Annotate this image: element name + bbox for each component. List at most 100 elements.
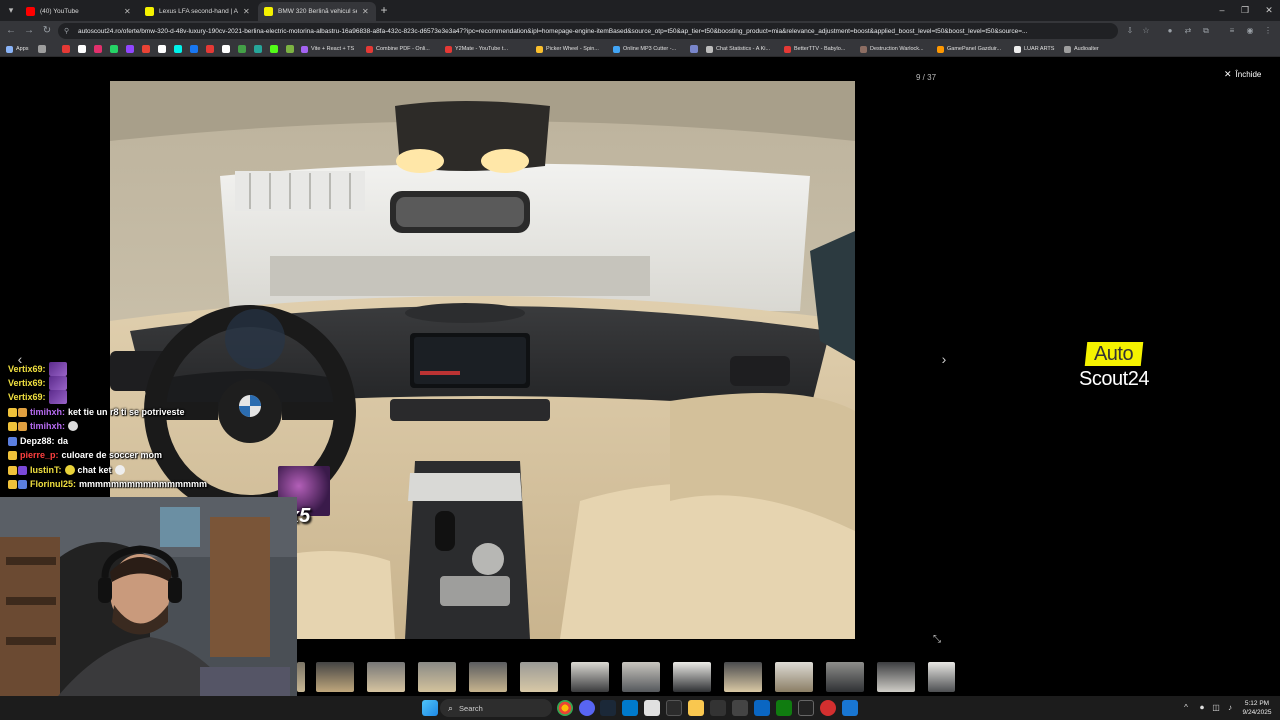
chat-message: Depz88: da <box>8 434 68 448</box>
bookmark-whatsapp-icon[interactable] <box>110 45 118 53</box>
file-explorer-icon[interactable] <box>688 700 704 716</box>
forward-icon[interactable]: → <box>22 24 36 38</box>
reload-icon[interactable]: ↻ <box>40 24 54 38</box>
app-grid-icon[interactable] <box>644 700 660 716</box>
bookmark-red-icon[interactable] <box>206 45 214 53</box>
tray-overflow-icon[interactable]: ^ <box>1180 701 1192 715</box>
bookmark-x-icon[interactable] <box>158 45 166 53</box>
extension-red-icon[interactable]: ● <box>1164 24 1176 38</box>
system-clock[interactable]: 5:12 PM 9/24/2025 <box>1240 699 1274 717</box>
volume-icon[interactable]: ♪ <box>1224 701 1236 715</box>
bookmark-audioalter[interactable]: Audioalter <box>1064 43 1099 55</box>
profile-icon[interactable]: ◉ <box>1244 24 1256 38</box>
bookmark-map-icon[interactable] <box>286 45 294 53</box>
bookmark-destruction-warlock[interactable]: Destruction Warlock... <box>860 43 924 55</box>
bookmark-youtube-icon[interactable] <box>62 45 70 53</box>
thumbnail[interactable] <box>571 662 609 692</box>
close-tab-icon[interactable]: ✕ <box>362 7 370 16</box>
minimize-icon[interactable]: – <box>1215 3 1229 17</box>
bookmark-tiktok-icon[interactable] <box>174 45 182 53</box>
thumbnail[interactable] <box>724 662 762 692</box>
close-tab-icon[interactable]: ✕ <box>243 7 251 16</box>
bookmark-gamepanel[interactable]: GamePanel Gazduir... <box>937 43 1001 55</box>
url-text[interactable]: autoscout24.ro/oferte/bmw-320-d-48v-luxu… <box>74 28 1118 35</box>
taskbar-search[interactable]: ⌕ Search <box>440 699 552 717</box>
bookmark-chat-statistics[interactable]: Chat Statistics - A Ki... <box>706 43 770 55</box>
thumbnail[interactable] <box>622 662 660 692</box>
thumbnail[interactable] <box>673 662 711 692</box>
bookmark-betterttv[interactable]: BetterTTV - Babylo... <box>784 43 845 55</box>
thumbnail[interactable] <box>775 662 813 692</box>
blue-app-icon[interactable] <box>754 700 770 716</box>
bookmark-kick-icon[interactable] <box>270 45 278 53</box>
new-tab-button[interactable]: + <box>378 3 390 17</box>
next-photo-arrow[interactable]: › <box>938 349 950 369</box>
close-window-icon[interactable]: ✕ <box>1262 3 1276 17</box>
bookmark-facebook-icon[interactable] <box>190 45 198 53</box>
bookmark-star-icon[interactable]: ☆ <box>1140 24 1152 38</box>
badge-icon <box>8 479 17 489</box>
bookmark-grid-icon[interactable] <box>38 45 46 53</box>
obs-icon[interactable] <box>798 700 814 716</box>
close-gallery-button[interactable]: ✕ Închide <box>1224 68 1261 80</box>
thumbnail[interactable] <box>928 662 955 692</box>
microphone-icon[interactable]: ⏺ <box>1196 701 1208 715</box>
thumbnail[interactable] <box>297 662 305 692</box>
omnibox[interactable]: ⚲ autoscout24.ro/oferte/bmw-320-d-48v-lu… <box>58 23 1118 39</box>
bookmark-mp3-cutter[interactable]: Online MP3 Cutter -... <box>613 43 676 55</box>
exit-fullscreen-icon[interactable]: ⤡ <box>930 633 944 647</box>
bookmark-white-icon[interactable] <box>222 45 230 53</box>
tab-youtube[interactable]: (40) YouTube ✕ <box>20 2 138 21</box>
chat-message: pierre_p: culoare de soccer mom <box>8 448 162 462</box>
bookmark-green-icon[interactable] <box>238 45 246 53</box>
vscode-icon[interactable] <box>622 700 638 716</box>
tab-bmw[interactable]: BMW 320 Berlină vehicul secon... ✕ <box>258 2 376 21</box>
calculator-icon[interactable] <box>842 700 858 716</box>
thumbnail[interactable] <box>877 662 915 692</box>
terminal-icon[interactable] <box>666 700 682 716</box>
logo-line1: Auto <box>1094 342 1134 365</box>
install-app-icon[interactable]: ⇩ <box>1124 24 1136 38</box>
site-info-icon[interactable]: ⚲ <box>64 27 74 35</box>
xbox-icon[interactable] <box>776 700 792 716</box>
maximize-icon[interactable]: ❐ <box>1238 3 1252 17</box>
thumbnail[interactable] <box>826 662 864 692</box>
thumbnail[interactable] <box>367 662 405 692</box>
bookmark-twitch-icon[interactable] <box>126 45 134 53</box>
bookmark-instagram-icon[interactable] <box>94 45 102 53</box>
network-icon[interactable]: ◫ <box>1210 701 1222 715</box>
bookmark-teal-icon[interactable] <box>254 45 262 53</box>
steam-icon[interactable] <box>600 700 616 716</box>
menu-lines-icon[interactable]: ≡ <box>1226 24 1238 38</box>
settings-app-icon[interactable] <box>710 700 726 716</box>
discord-icon[interactable] <box>579 700 595 716</box>
thumbnail[interactable] <box>520 662 558 692</box>
bookmark-luar-arts[interactable]: LUAR ARTS <box>1014 43 1054 55</box>
bookmark-y2mate[interactable]: Y2Mate - YouTube t... <box>445 43 508 55</box>
tab-lexus[interactable]: Lexus LFA second-hand | Autos... ✕ <box>139 2 257 21</box>
start-windows-icon[interactable] <box>422 700 438 716</box>
thumbnail[interactable] <box>316 662 354 692</box>
more-options-icon[interactable]: ⋮ <box>1262 24 1274 38</box>
extensions-icon[interactable]: ⧉ <box>1200 24 1212 38</box>
close-tab-icon[interactable]: ✕ <box>124 7 132 16</box>
bookmark-apps[interactable]: Apps <box>6 43 29 55</box>
bookmark-google-icon[interactable] <box>78 45 86 53</box>
chrome-icon[interactable] <box>557 700 573 716</box>
browser-tab-bar: ▾ (40) YouTube ✕ Lexus LFA second-hand |… <box>0 0 1280 21</box>
badge-icon <box>18 421 27 431</box>
red-app-icon[interactable] <box>820 700 836 716</box>
bookmark-vite[interactable]: Vite + React + TS <box>301 43 354 55</box>
chat-username: pierre_p: <box>20 450 59 460</box>
tab-search-icon[interactable]: ▾ <box>4 3 18 17</box>
bookmark-gmail-icon[interactable] <box>142 45 150 53</box>
bookmark-picker-wheel[interactable]: Picker Wheel - Spin... <box>536 43 599 55</box>
thumbnail[interactable] <box>418 662 456 692</box>
bookmark-combine-pdf[interactable]: Combine PDF - Onli... <box>366 43 430 55</box>
back-icon[interactable]: ← <box>4 24 18 38</box>
extension-translate-icon[interactable]: ⇄ <box>1182 24 1194 38</box>
bookmark-blue-icon[interactable] <box>690 45 698 53</box>
capcut-icon[interactable] <box>732 700 748 716</box>
luar-arts-icon <box>1014 45 1021 53</box>
thumbnail[interactable] <box>469 662 507 692</box>
